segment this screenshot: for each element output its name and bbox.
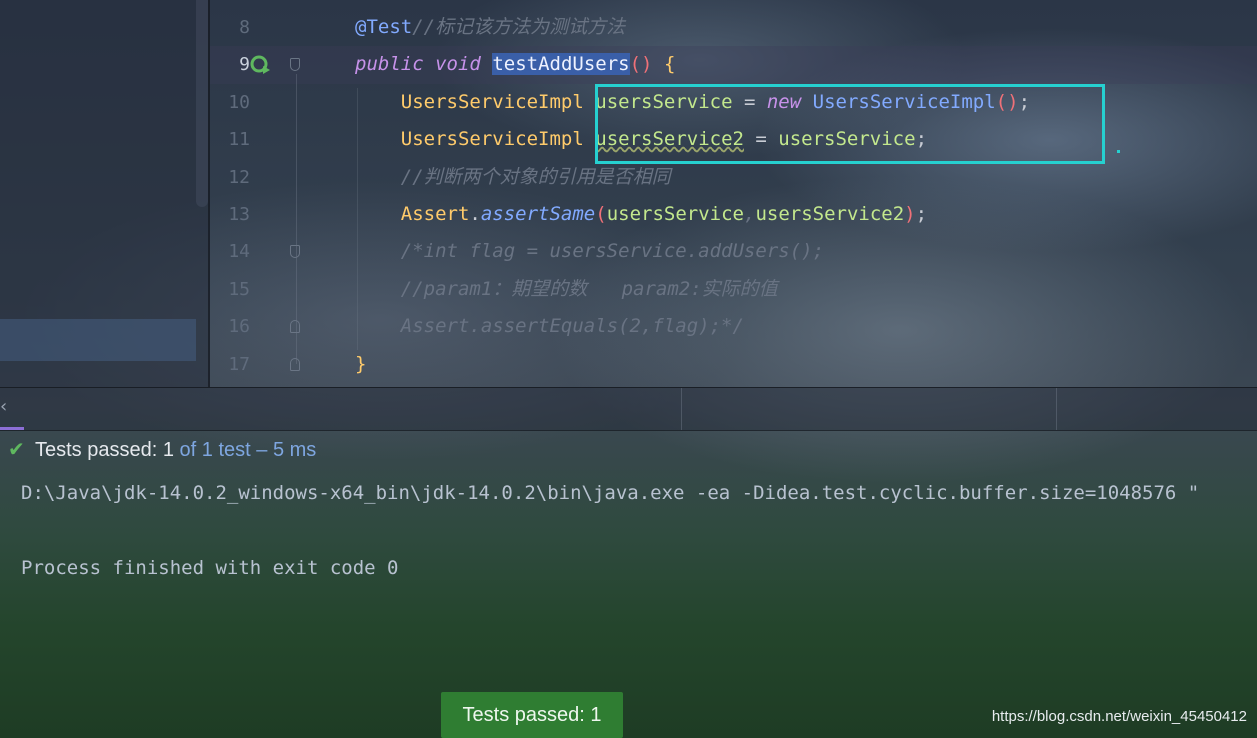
code-token: UsersServiceImpl: [400, 128, 584, 151]
code-token: /*int flag = usersService.addUsers();: [400, 240, 825, 263]
fold-collapse-icon[interactable]: [290, 245, 300, 259]
code-token: public: [355, 53, 424, 76]
code-editor[interactable]: 8 @Test//标记该方法为测试方法 9 public void testAddUs…: [0, 0, 1257, 387]
status-total-value: 1 test: [201, 439, 251, 461]
test-status-bar: ✔ Tests passed: 1 of 1 test – 5 ms: [0, 430, 1257, 470]
code-token: (: [595, 203, 607, 225]
code-line[interactable]: 15 //param1：期望的数 param2:实际的值: [210, 271, 1257, 308]
code-line[interactable]: 8 @Test//标记该方法为测试方法: [210, 9, 1257, 46]
code-text: //param1：期望的数 param2:实际的值: [355, 271, 778, 308]
fold-collapse-icon[interactable]: [290, 58, 300, 72]
toast-label: Tests passed: 1: [462, 703, 602, 726]
annotation-highlight-box: [595, 84, 1105, 164]
line-number: 8: [239, 17, 250, 38]
console-exit-line: Process finished with exit code 0: [21, 557, 399, 579]
code-line[interactable]: 9 public void testAddUsers() {: [210, 46, 1257, 83]
code-token: usersService: [606, 203, 744, 225]
run-tool-window-toolbar: ‹: [0, 387, 1257, 431]
code-text: @Test//标记该方法为测试方法: [355, 9, 625, 46]
status-passed-count: 1: [162, 439, 174, 461]
line-number: 11: [228, 129, 250, 151]
code-text: /*int flag = usersService.addUsers();: [355, 233, 824, 270]
code-token: ): [904, 203, 916, 225]
code-token: UsersServiceImpl: [400, 90, 584, 113]
code-token: void: [435, 53, 481, 76]
toolbar-divider: [681, 388, 682, 430]
line-number: 13: [228, 204, 250, 225]
code-token: }: [355, 352, 367, 375]
code-token: testAddUsers: [492, 53, 630, 76]
project-tree-selected-row[interactable]: [0, 319, 196, 361]
code-token: //标记该方法为测试方法: [412, 16, 626, 38]
code-token: (): [629, 53, 653, 76]
code-line[interactable]: 12 //判断两个对象的引用是否相同: [210, 159, 1257, 196]
fold-end-icon[interactable]: [290, 320, 300, 334]
status-total: of 1 test – 5 ms: [173, 439, 317, 461]
console-command-line: D:\Java\jdk-14.0.2_windows-x64_bin\jdk-1…: [21, 482, 1200, 504]
status-prefix: Tests passed:: [35, 439, 163, 461]
tests-passed-toast[interactable]: Tests passed: 1: [441, 692, 623, 738]
code-token: .: [469, 203, 481, 225]
code-text: //判断两个对象的引用是否相同: [355, 159, 671, 196]
line-number: 12: [228, 166, 250, 188]
status-of-label: of: [173, 439, 202, 461]
line-number: 15: [228, 278, 250, 300]
code-token: usersService2: [755, 203, 905, 225]
code-text: }: [355, 346, 366, 383]
code-token: assertSame: [480, 203, 596, 225]
project-tool-window[interactable]: [0, 0, 210, 387]
line-number: 14: [228, 241, 250, 263]
code-token: Assert: [400, 203, 470, 225]
code-line[interactable]: 14 /*int flag = usersService.addUsers();: [210, 233, 1257, 270]
status-duration: 5 ms: [272, 439, 317, 461]
collapse-chevron-icon[interactable]: ‹: [0, 396, 7, 417]
line-number: 9: [239, 54, 250, 76]
console-output[interactable]: D:\Java\jdk-14.0.2_windows-x64_bin\jdk-1…: [0, 470, 1257, 738]
code-token: {: [663, 53, 676, 76]
test-status-text: Tests passed: 1 of 1 test – 5 ms: [35, 430, 316, 470]
code-token: @Test: [355, 16, 413, 38]
status-separator: –: [250, 439, 273, 461]
toolbar-divider: [1056, 388, 1057, 430]
check-icon: ✔: [8, 439, 25, 461]
line-number: 16: [228, 316, 250, 338]
line-number: 17: [228, 353, 250, 375]
code-line[interactable]: 17}: [210, 346, 1257, 383]
code-text: Assert.assertEquals(2,flag);*/: [355, 308, 744, 345]
project-scrollbar[interactable]: [196, 0, 208, 207]
fold-end-icon[interactable]: [290, 357, 300, 371]
watermark: https://blog.csdn.net/weixin_45450412: [991, 708, 1247, 725]
code-line[interactable]: 13 Assert.assertSame(usersService,usersS…: [210, 196, 1257, 233]
annotation-dot: [1117, 150, 1120, 153]
code-text: Assert.assertSame(usersService,usersServ…: [355, 196, 927, 233]
code-token: //判断两个对象的引用是否相同: [400, 165, 671, 188]
code-token: ,: [743, 203, 756, 225]
code-token: ;: [915, 203, 928, 225]
code-line[interactable]: 16 Assert.assertEquals(2,flag);*/: [210, 308, 1257, 345]
code-token: Assert.assertEquals(2,flag);*/: [400, 315, 744, 338]
code-token: //param1：期望的数 param2:实际的值: [400, 277, 778, 300]
code-text: public void testAddUsers() {: [355, 46, 675, 83]
line-number: 10: [228, 91, 250, 113]
